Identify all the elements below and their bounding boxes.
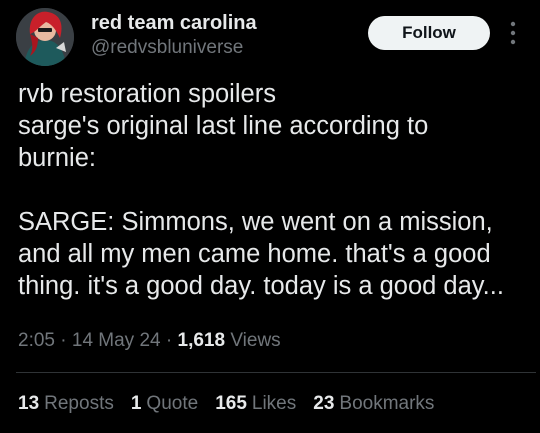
views-label: Views (230, 330, 281, 351)
views-count: 1,618 (177, 330, 226, 351)
engagement-stats: 13 Reposts 1 Quote 165 Likes 23 Bookmarks (18, 391, 451, 417)
meta-separator: · (160, 330, 178, 351)
reposts-count: 13 (18, 393, 40, 414)
quotes-stat[interactable]: 1 Quote (131, 391, 198, 417)
display-name[interactable]: red team carolina (91, 11, 257, 35)
user-handle[interactable]: @redvsbluniverse (91, 36, 257, 60)
likes-stat[interactable]: 165 Likes (215, 391, 296, 417)
bookmarks-count: 23 (313, 393, 335, 414)
tweet-text: rvb restoration spoilers sarge's origina… (18, 80, 504, 300)
more-vertical-icon[interactable] (506, 20, 520, 46)
tweet-meta: 2:05 · 14 May 24 · 1,618 Views (18, 328, 281, 354)
meta-separator: · (54, 330, 72, 351)
reposts-stat[interactable]: 13 Reposts (18, 391, 114, 417)
tweet-time[interactable]: 2:05 (18, 330, 55, 351)
likes-label: Likes (251, 393, 297, 414)
likes-count: 165 (215, 393, 247, 414)
tweet-header: red team carolina @redvsbluniverse Follo… (16, 8, 526, 68)
follow-button[interactable]: Follow (368, 16, 490, 50)
quotes-count: 1 (130, 393, 142, 414)
bookmarks-label: Bookmarks (339, 393, 435, 414)
reposts-label: Reposts (44, 393, 114, 414)
quotes-label: Quote (146, 393, 199, 414)
author-names: red team carolina @redvsbluniverse (91, 11, 257, 60)
tweet-date[interactable]: 14 May 24 (72, 330, 161, 351)
divider (16, 372, 536, 373)
avatar-image (16, 8, 74, 66)
avatar[interactable] (16, 8, 74, 66)
bookmarks-stat[interactable]: 23 Bookmarks (313, 391, 434, 417)
